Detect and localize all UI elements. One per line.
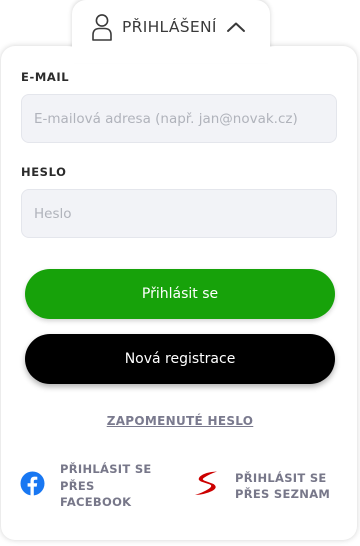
password-label: HESLO	[21, 165, 67, 179]
facebook-icon	[20, 471, 45, 500]
facebook-login-label: PŘIHLÁSIT SE PŘES FACEBOOK	[60, 462, 152, 509]
login-tab-header[interactable]: PŘIHLÁŠENÍ	[72, 12, 270, 42]
tab-label: PŘIHLÁŠENÍ	[122, 18, 217, 36]
seznam-icon	[193, 469, 221, 503]
register-button[interactable]: Nová registrace	[25, 334, 335, 384]
chevron-up-icon[interactable]	[225, 20, 247, 34]
forgot-password-link[interactable]: ZAPOMENUTÉ HESLO	[0, 414, 360, 428]
password-field[interactable]	[21, 189, 337, 238]
email-label: E-MAIL	[21, 70, 70, 84]
facebook-login-button[interactable]: PŘIHLÁSIT SE PŘES FACEBOOK	[20, 461, 160, 511]
login-button[interactable]: Přihlásit se	[25, 269, 335, 319]
user-icon	[90, 13, 114, 41]
email-field[interactable]	[21, 94, 337, 143]
seznam-login-label: PŘIHLÁSIT SE PŘES SEZNAM	[235, 470, 331, 502]
seznam-login-button[interactable]: PŘIHLÁSIT SE PŘES SEZNAM	[193, 469, 345, 503]
login-panel: PŘIHLÁŠENÍ E-MAIL HESLO Přihlásit se Nov…	[0, 0, 360, 546]
